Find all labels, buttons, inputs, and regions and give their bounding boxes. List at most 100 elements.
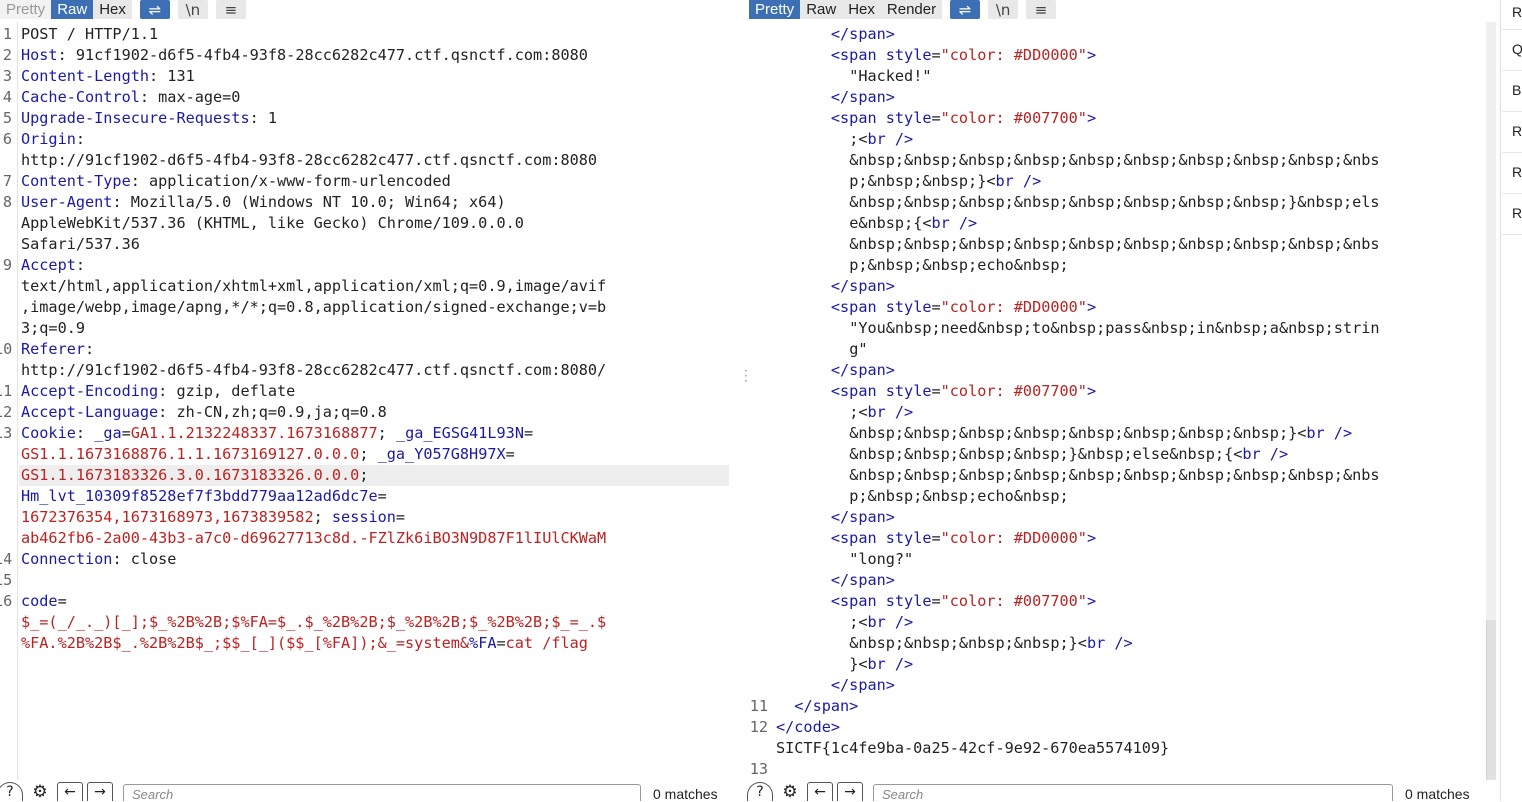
line-text: </span> <box>831 507 895 528</box>
code-line: e&nbsp;{<br /> <box>746 213 1486 234</box>
code-line: ab462fb6-2a00-43b3-a7c0-d69627713c8d.-FZ… <box>0 528 732 549</box>
response-editor[interactable]: </span> <span style="color: #DD0000"> "Hac… <box>746 22 1486 780</box>
code-line: </span> <box>746 276 1486 297</box>
token: Host <box>21 46 58 64</box>
request-tab-pretty[interactable]: Pretty <box>0 0 52 19</box>
code-line: 6 Origin: <box>0 129 732 150</box>
response-tab-render[interactable]: Render <box>880 0 943 19</box>
token: Content-Length <box>21 67 150 85</box>
sidebar-item-3[interactable]: B <box>1512 82 1521 98</box>
line-text: &nbsp;&nbsp;&nbsp;&nbsp;&nbsp;&nbsp;&nbs… <box>849 423 1352 444</box>
request-search-input[interactable]: Search <box>123 784 641 801</box>
token: ; <box>359 466 369 484</box>
line-number: 14 <box>0 550 13 568</box>
response-tab-hex[interactable]: Hex <box>842 0 881 19</box>
response-scrollbar-thumb[interactable] <box>1486 620 1496 780</box>
line-text: p;&nbsp;&nbsp;echo&nbsp; <box>849 255 1068 276</box>
line-text: </span> <box>831 276 895 297</box>
token: "color: #007700" <box>940 109 1087 127</box>
code-line: <span style="color: #DD0000"> <box>746 45 1486 66</box>
token: style <box>885 382 932 400</box>
line-text: p;&nbsp;&nbsp;echo&nbsp; <box>849 486 1068 507</box>
response-settings-button[interactable]: ⚙ <box>777 782 803 802</box>
line-text: }<br /> <box>849 654 913 675</box>
line-text: </span> <box>831 24 895 45</box>
response-newline-toggle[interactable]: \n <box>988 0 1019 19</box>
line-text: Safari/537.36 <box>21 234 140 255</box>
token: = <box>395 508 406 526</box>
token: br /> <box>867 655 914 673</box>
token: ;< <box>849 130 868 148</box>
line-text: </span> <box>831 675 895 696</box>
response-tab-pretty[interactable]: Pretty <box>749 0 801 19</box>
response-tab-raw[interactable]: Raw <box>800 0 843 19</box>
token: style <box>885 46 932 64</box>
code-line: p;&nbsp;&nbsp;echo&nbsp; <box>746 255 1486 276</box>
line-text: &nbsp;&nbsp;&nbsp;&nbsp;&nbsp;&nbsp;&nbs… <box>849 150 1379 171</box>
token: br /> <box>1242 445 1289 463</box>
line-text: &nbsp;&nbsp;&nbsp;&nbsp;}&nbsp;else&nbsp… <box>849 444 1288 465</box>
response-searchbar: ? ⚙ ← → Search 0 matches <box>747 782 1470 802</box>
token: Cookie <box>21 424 76 442</box>
token: "Hacked!" <box>849 67 932 85</box>
response-next-match-button[interactable]: → <box>837 782 863 801</box>
line-text: ;<br /> <box>849 612 913 633</box>
token: <span <box>830 382 886 400</box>
token: "long?" <box>849 550 914 568</box>
sidebar-item-2[interactable]: Q <box>1512 41 1522 57</box>
line-number: 8 <box>2 193 12 211</box>
request-tab-raw[interactable]: Raw <box>51 0 94 19</box>
code-line: g" <box>746 339 1486 360</box>
code-line: </span> <box>746 360 1486 381</box>
request-newline-toggle[interactable]: \n <box>177 0 208 19</box>
sidebar-item-5[interactable]: R <box>1512 164 1522 180</box>
token: </span> <box>830 361 895 379</box>
token: : 1 <box>249 109 278 127</box>
line-text: SICTF{1c4fe9ba-0a25-42cf-9e92-670ea55741… <box>776 738 1169 759</box>
response-search-input[interactable]: Search <box>873 784 1393 801</box>
code-line: %FA.%2B%2B$_.%2B%2B$_;$$_[_]($$_[%FA]);&… <box>0 633 732 654</box>
token: e&nbsp;{< <box>849 214 932 232</box>
response-wrap-toggle[interactable]: ⇌ <box>950 0 981 19</box>
code-line: 11 Accept-Encoding: gzip, deflate <box>0 381 732 402</box>
sidebar-divider <box>1502 193 1522 194</box>
request-tab-hex[interactable]: Hex <box>93 0 132 19</box>
request-wrap-toggle[interactable]: ⇌ <box>139 0 170 19</box>
request-next-match-button[interactable]: → <box>87 782 113 801</box>
code-line: 8 User-Agent: Mozilla/5.0 (Windows NT 10.… <box>0 192 732 213</box>
response-help-button[interactable]: ? <box>747 782 773 801</box>
sidebar-divider <box>1502 152 1522 153</box>
request-help-button[interactable]: ? <box>0 782 23 801</box>
token: Accept <box>21 256 76 274</box>
token: &nbsp;&nbsp;&nbsp;&nbsp;&nbsp;&nbsp;&nbs… <box>849 235 1380 253</box>
request-menu-button[interactable]: ≡ <box>215 0 246 19</box>
line-text: Upgrade-Insecure-Requests: 1 <box>21 108 277 129</box>
token: : <box>75 130 86 148</box>
token: = <box>121 424 131 442</box>
response-menu-button[interactable]: ≡ <box>1026 0 1057 19</box>
code-line: 3 Content-Length: 131 <box>0 66 732 87</box>
code-line: Hm_lvt_10309f8528ef7f3bdd779aa12ad6dc7e= <box>0 486 732 507</box>
line-text: GS1.1.1673183326.3.0.1673183326.0.0.0; <box>21 465 368 486</box>
sidebar-divider <box>1502 29 1522 30</box>
token: Cache-Control <box>21 88 140 106</box>
code-line: 7 Content-Type: application/x-www-form-ur… <box>0 171 732 192</box>
request-prev-match-button[interactable]: ← <box>57 782 83 801</box>
response-prev-match-button[interactable]: ← <box>807 782 833 801</box>
request-editor[interactable]: 1 POST / HTTP/1.1 2 Host: 91cf1902-d6f5-4fb… <box>0 22 732 780</box>
line-text: Host: 91cf1902-d6f5-4fb4-93f8-28cc6282c4… <box>21 45 588 66</box>
request-tabbar: Pretty Raw Hex ⇌ \n ≡ <box>0 0 246 20</box>
line-text: &nbsp;&nbsp;&nbsp;&nbsp;}<br /> <box>849 633 1132 654</box>
sidebar-item-4[interactable]: R <box>1512 123 1522 139</box>
code-line: SICTF{1c4fe9ba-0a25-42cf-9e92-670ea55741… <box>746 738 1486 759</box>
line-text: Accept: <box>21 255 85 276</box>
request-settings-button[interactable]: ⚙ <box>27 782 53 802</box>
token: </span> <box>830 25 895 43</box>
code-line: 5 Upgrade-Insecure-Requests: 1 <box>0 108 732 129</box>
code-line: 4 Cache-Control: max-age=0 <box>0 87 732 108</box>
token: = <box>496 634 506 652</box>
sidebar-item-1[interactable]: R <box>1512 4 1522 20</box>
token: = <box>931 592 941 610</box>
sidebar-item-6[interactable]: R <box>1512 205 1522 221</box>
token: GS1.1.1673183326.3.0.1673183326.0.0.0 <box>21 466 360 484</box>
